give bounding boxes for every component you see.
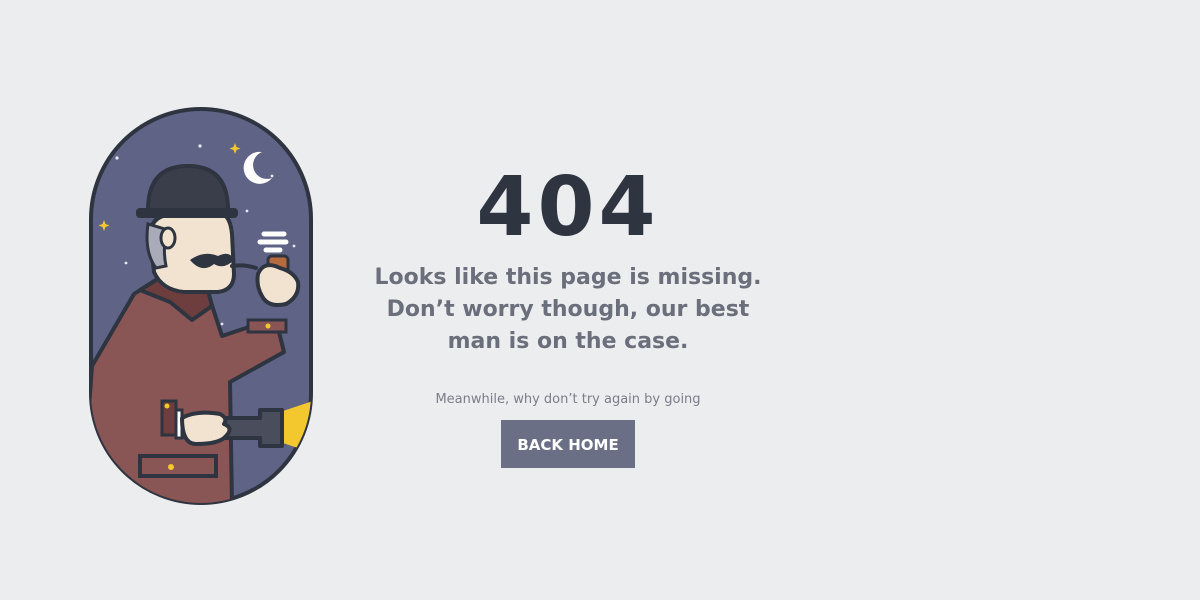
error-message-line: man is on the case. bbox=[447, 329, 689, 354]
error-message: Looks like this page is missing. Don’t w… bbox=[368, 262, 768, 358]
star bbox=[292, 244, 296, 248]
error-subtext: Meanwhile, why don’t try again by going bbox=[435, 392, 701, 407]
star bbox=[124, 261, 128, 265]
detective-icon bbox=[89, 107, 313, 505]
star bbox=[198, 144, 202, 148]
bowler-hat-icon bbox=[146, 164, 230, 212]
star bbox=[220, 322, 224, 326]
star bbox=[270, 174, 274, 178]
coat-pocket bbox=[138, 454, 218, 478]
error-content: 404 Looks like this page is missing. Don… bbox=[368, 160, 768, 468]
star bbox=[115, 156, 119, 160]
error-message-line: Don’t worry though, our best bbox=[386, 297, 750, 322]
error-message-line: Looks like this page is missing. bbox=[374, 265, 762, 290]
hand bbox=[180, 410, 232, 446]
star bbox=[245, 209, 249, 213]
back-home-button[interactable]: BACK HOME bbox=[501, 420, 635, 468]
hat-brim bbox=[136, 208, 238, 218]
detective-illustration bbox=[62, 106, 318, 506]
ear bbox=[159, 226, 177, 250]
coat-button bbox=[168, 464, 174, 470]
error-code: 404 bbox=[476, 160, 660, 255]
